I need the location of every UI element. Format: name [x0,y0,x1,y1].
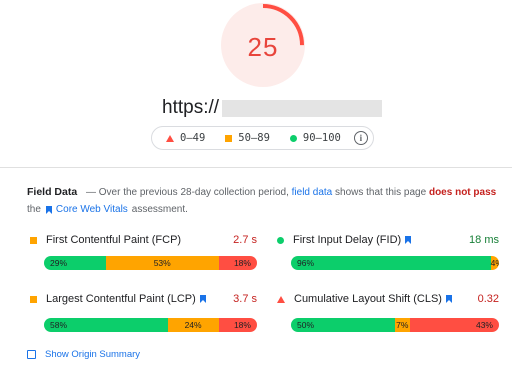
performance-score-value: 25 [247,32,279,62]
metric-fcp-label: First Contentful Paint (FCP) [30,234,181,246]
metric-lcp-value: 3.7 s [233,293,257,305]
legend-average-range: 50–89 [238,132,270,144]
metric-cls-distribution-bar: 50% 7% 43% [291,318,499,332]
field-data-desc-3: the [27,204,41,215]
metric-fid-distribution-bar: 96% 4% [291,256,499,270]
metric-lcp-label: Largest Contentful Paint (LCP) [30,293,206,305]
info-icon[interactable]: i [353,131,368,145]
legend-pass-range: 90–100 [302,132,341,144]
url-prefix: https:// [162,97,220,118]
metric-cls-label: Cumulative Layout Shift (CLS) [277,293,452,305]
lcp-good-segment: 58% [44,318,168,332]
core-web-vitals-link[interactable]: Core Web Vitals [56,204,128,215]
field-data-desc-4: assessment. [131,204,188,215]
score-legend: 0–49 50–89 90–100 i [151,126,374,150]
fcp-good-segment: 29% [44,256,106,270]
field-data-header-line2: the Core Web Vitals assessment. [27,204,188,215]
fid-name: First Input Delay (FID) [293,234,402,246]
field-data-desc-2: shows that this page [335,187,427,198]
legend-average: 50–89 [225,132,270,144]
field-data-desc-1: — Over the previous 28-day collection pe… [85,187,289,198]
field-data-link[interactable]: field data [292,187,333,198]
lcp-name: Largest Contentful Paint (LCP) [46,293,196,305]
cls-name: Cumulative Layout Shift (CLS) [294,293,442,305]
cls-good-segment: 50% [291,318,395,332]
fail-triangle-icon [277,295,285,303]
bookmark-icon [405,236,412,244]
url-redacted [222,99,383,117]
metric-lcp-distribution-bar: 58% 24% 18% [44,318,257,332]
fcp-name: First Contentful Paint (FCP) [46,234,182,246]
assessment-result: does not pass [428,187,497,198]
divider [0,167,512,168]
legend-fail-range: 0–49 [180,132,206,144]
field-data-header: Field Data — Over the previous 28-day co… [27,186,496,198]
origin-summary-checkbox[interactable] [27,350,36,359]
average-square-icon [30,295,37,303]
legend-fail: 0–49 [166,132,205,144]
lcp-average-segment: 24% [167,318,219,332]
origin-summary-label[interactable]: Show Origin Summary [45,349,140,360]
metric-cls-value: 0.32 [477,293,499,305]
cls-average-segment: 7% [395,318,410,332]
average-square-icon [30,236,37,244]
field-data-title: Field Data [27,186,78,198]
lcp-poor-segment: 18% [218,318,257,332]
fcp-average-segment: 53% [105,256,219,270]
pass-circle-icon [289,134,297,142]
performance-score-gauge: 25 [221,3,305,87]
average-square-icon [225,134,233,142]
fid-average-segment: 4% [490,256,499,270]
metric-fid-value: 18 ms [469,234,499,246]
fail-triangle-icon [166,134,174,142]
metric-fid-label: First Input Delay (FID) [277,234,412,246]
legend-pass: 90–100 [289,132,341,144]
cls-poor-segment: 43% [409,318,499,332]
fid-good-segment: 96% [291,256,491,270]
metric-fcp-distribution-bar: 29% 53% 18% [44,256,257,270]
pass-circle-icon [277,236,284,244]
bookmark-icon [45,205,52,214]
fcp-poor-segment: 18% [218,256,257,270]
metric-fcp-value: 2.7 s [233,234,257,246]
tested-url: https:// [162,97,383,119]
show-origin-summary-toggle[interactable]: Show Origin Summary [27,349,140,360]
